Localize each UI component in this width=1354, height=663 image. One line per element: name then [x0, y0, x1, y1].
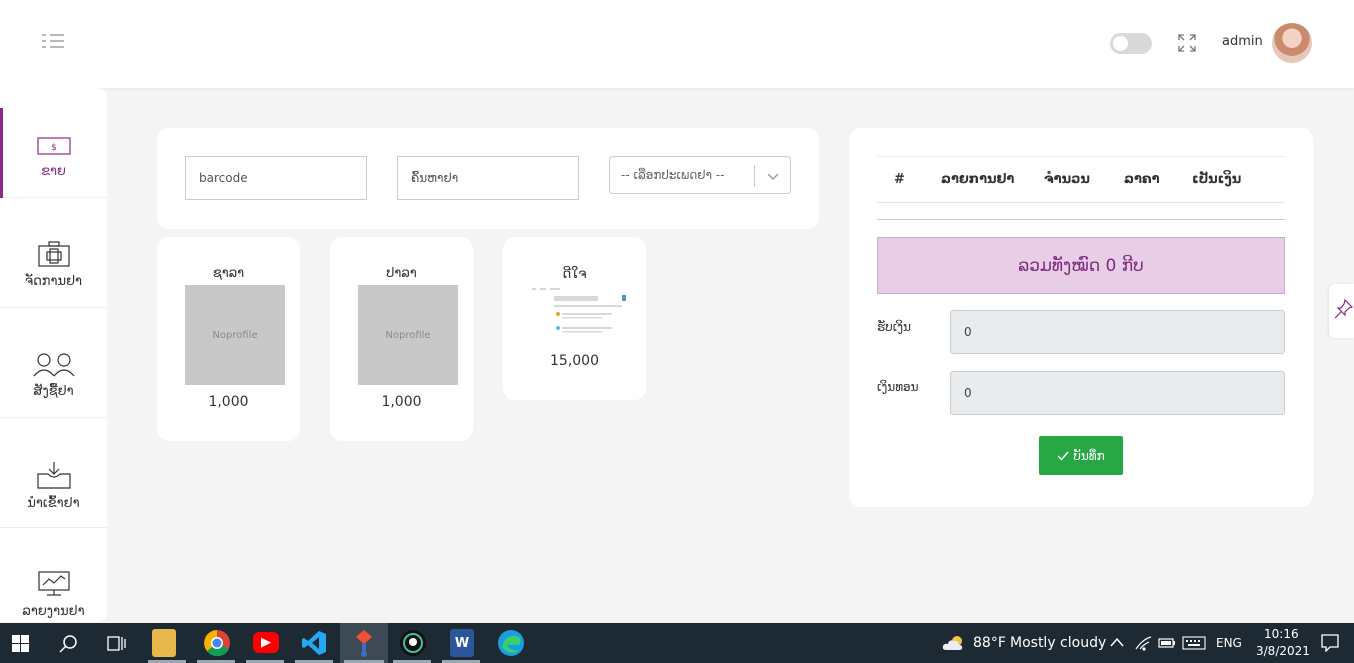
edge-icon[interactable] [497, 629, 525, 657]
column-price: ລາຄາ [1124, 172, 1160, 187]
change-label: ເງິນທອນ [877, 380, 919, 394]
received-value: 0 [964, 325, 972, 339]
clock-time[interactable]: 10:16 [1264, 627, 1299, 641]
save-button[interactable]: ບັນທຶກ [1039, 436, 1123, 475]
word-icon[interactable]: W [450, 629, 474, 657]
notification-icon[interactable] [1321, 634, 1339, 652]
settings-pin-tab[interactable] [1329, 284, 1354, 338]
sidebar-item-label: ລາຍງານຢາ [22, 604, 85, 619]
toggle-knob [1113, 36, 1128, 51]
weather-cloud-icon[interactable] [942, 634, 966, 652]
taskbar: ▶ W 88°F Mostly cloudy ENG 10:16 3/8/202… [0, 623, 1354, 663]
product-name: ປາລາ [386, 266, 417, 281]
product-name: ດີໃຈ [562, 267, 587, 282]
cart-panel: # ລາຍການຢາ ຈຳນວນ ລາຄາ ເປັນເງິນ ລວມທັງໝົດ… [849, 128, 1313, 507]
column-amount: ເປັນເງິນ [1192, 172, 1242, 187]
keyboard-icon[interactable] [1182, 636, 1206, 650]
monitor-chart-icon [37, 571, 70, 596]
category-select-value: -- ເລືອກປະເພດຢາ -- [621, 168, 725, 182]
received-input[interactable]: 0 [950, 310, 1285, 354]
product-image [528, 283, 628, 343]
vscode-icon[interactable] [301, 630, 327, 656]
sidebar-item-manage-medicine[interactable]: ຈັດການຢາ [0, 198, 107, 308]
github-icon[interactable] [399, 629, 427, 657]
total-amount: ລວມທັງໝົດ 0 ກີບ [877, 237, 1285, 294]
category-select[interactable]: -- ເລືອກປະເພດຢາ -- [609, 156, 791, 194]
svg-text:$: $ [51, 143, 57, 153]
product-price: 1,000 [208, 394, 249, 410]
sidebar-item-label: ຂາຍ [41, 164, 66, 179]
product-image-placeholder: Noprofile [185, 285, 285, 385]
git-icon[interactable] [352, 629, 376, 657]
theme-toggle[interactable] [1110, 33, 1152, 54]
inbox-icon [36, 462, 71, 489]
select-separator [754, 165, 755, 187]
fullscreen-icon[interactable] [1178, 34, 1196, 52]
weather-temperature[interactable]: 88°F [973, 635, 1006, 651]
product-card[interactable]: ຊາລາ Noprofile 1,000 [157, 237, 300, 441]
chevron-down-icon [767, 173, 779, 180]
sidebar-item-label: ສັງຊື້ຢາ [33, 384, 74, 399]
product-price: 15,000 [550, 353, 599, 369]
task-view-icon[interactable] [107, 634, 126, 653]
sidebar-item-report[interactable]: ລາຍງານຢາ [0, 528, 107, 622]
chrome-icon[interactable] [203, 629, 231, 657]
top-bar: admin [0, 0, 1354, 88]
sidebar-item-label: ນຳເຂົ້າຢາ [27, 496, 80, 511]
start-icon[interactable] [12, 635, 29, 652]
column-index: # [894, 172, 905, 187]
clock-date[interactable]: 3/8/2021 [1256, 644, 1310, 658]
cart-table-header: # ລາຍການຢາ ຈຳນວນ ລາຄາ ເປັນເງິນ [877, 156, 1285, 203]
product-image-text: Noprofile [212, 329, 258, 341]
chevron-up-icon[interactable] [1110, 637, 1124, 647]
check-icon [1057, 451, 1069, 461]
sidebar-item-sell[interactable]: $ ຂາຍ [0, 88, 107, 198]
product-price: 1,000 [381, 394, 422, 410]
language-indicator[interactable]: ENG [1216, 636, 1242, 650]
product-card[interactable]: ດີໃຈ 15,000 [503, 237, 646, 400]
received-label: ຮັບເງິນ [877, 320, 911, 334]
avatar[interactable] [1272, 23, 1312, 63]
barcode-placeholder: barcode [199, 171, 248, 185]
youtube-icon[interactable]: ▶ [253, 632, 279, 653]
change-value: 0 [964, 386, 972, 400]
search-input[interactable]: ຄົ້ນຫາຢາ [397, 156, 579, 200]
column-quantity: ຈຳນວນ [1044, 172, 1090, 187]
pin-icon [1334, 298, 1354, 319]
product-card[interactable]: ປາລາ Noprofile 1,000 [330, 237, 473, 441]
product-image-placeholder: Noprofile [358, 285, 458, 385]
sidebar-item-import-medicine[interactable]: ນຳເຂົ້າຢາ [0, 418, 107, 528]
admin-username[interactable]: admin [1222, 34, 1263, 49]
save-button-label: ບັນທຶກ [1073, 448, 1105, 463]
wifi-icon[interactable] [1135, 635, 1153, 651]
money-icon: $ [36, 137, 71, 155]
file-explorer-icon[interactable] [152, 629, 176, 657]
product-name: ຊາລາ [212, 266, 245, 281]
medical-kit-icon [37, 241, 70, 267]
search-placeholder: ຄົ້ນຫາຢາ [411, 171, 459, 185]
people-icon [33, 353, 74, 377]
cart-divider [877, 219, 1285, 220]
search-icon[interactable] [59, 634, 78, 653]
barcode-input[interactable]: barcode [185, 156, 367, 200]
product-image-text: Noprofile [385, 329, 431, 341]
column-item: ລາຍການຢາ [941, 172, 1015, 187]
sidebar: $ ຂາຍ ຈັດການຢາ ສັງຊື້ຢາ ນຳເຂົ້າຢາ ລາຍງານ… [0, 88, 107, 622]
change-input[interactable]: 0 [950, 371, 1285, 415]
battery-icon[interactable] [1158, 637, 1176, 649]
sidebar-item-order-medicine[interactable]: ສັງຊື້ຢາ [0, 308, 107, 418]
menu-toggle-icon[interactable] [42, 33, 64, 49]
sidebar-item-label: ຈັດການຢາ [24, 274, 83, 289]
weather-description[interactable]: Mostly cloudy [1010, 635, 1106, 651]
